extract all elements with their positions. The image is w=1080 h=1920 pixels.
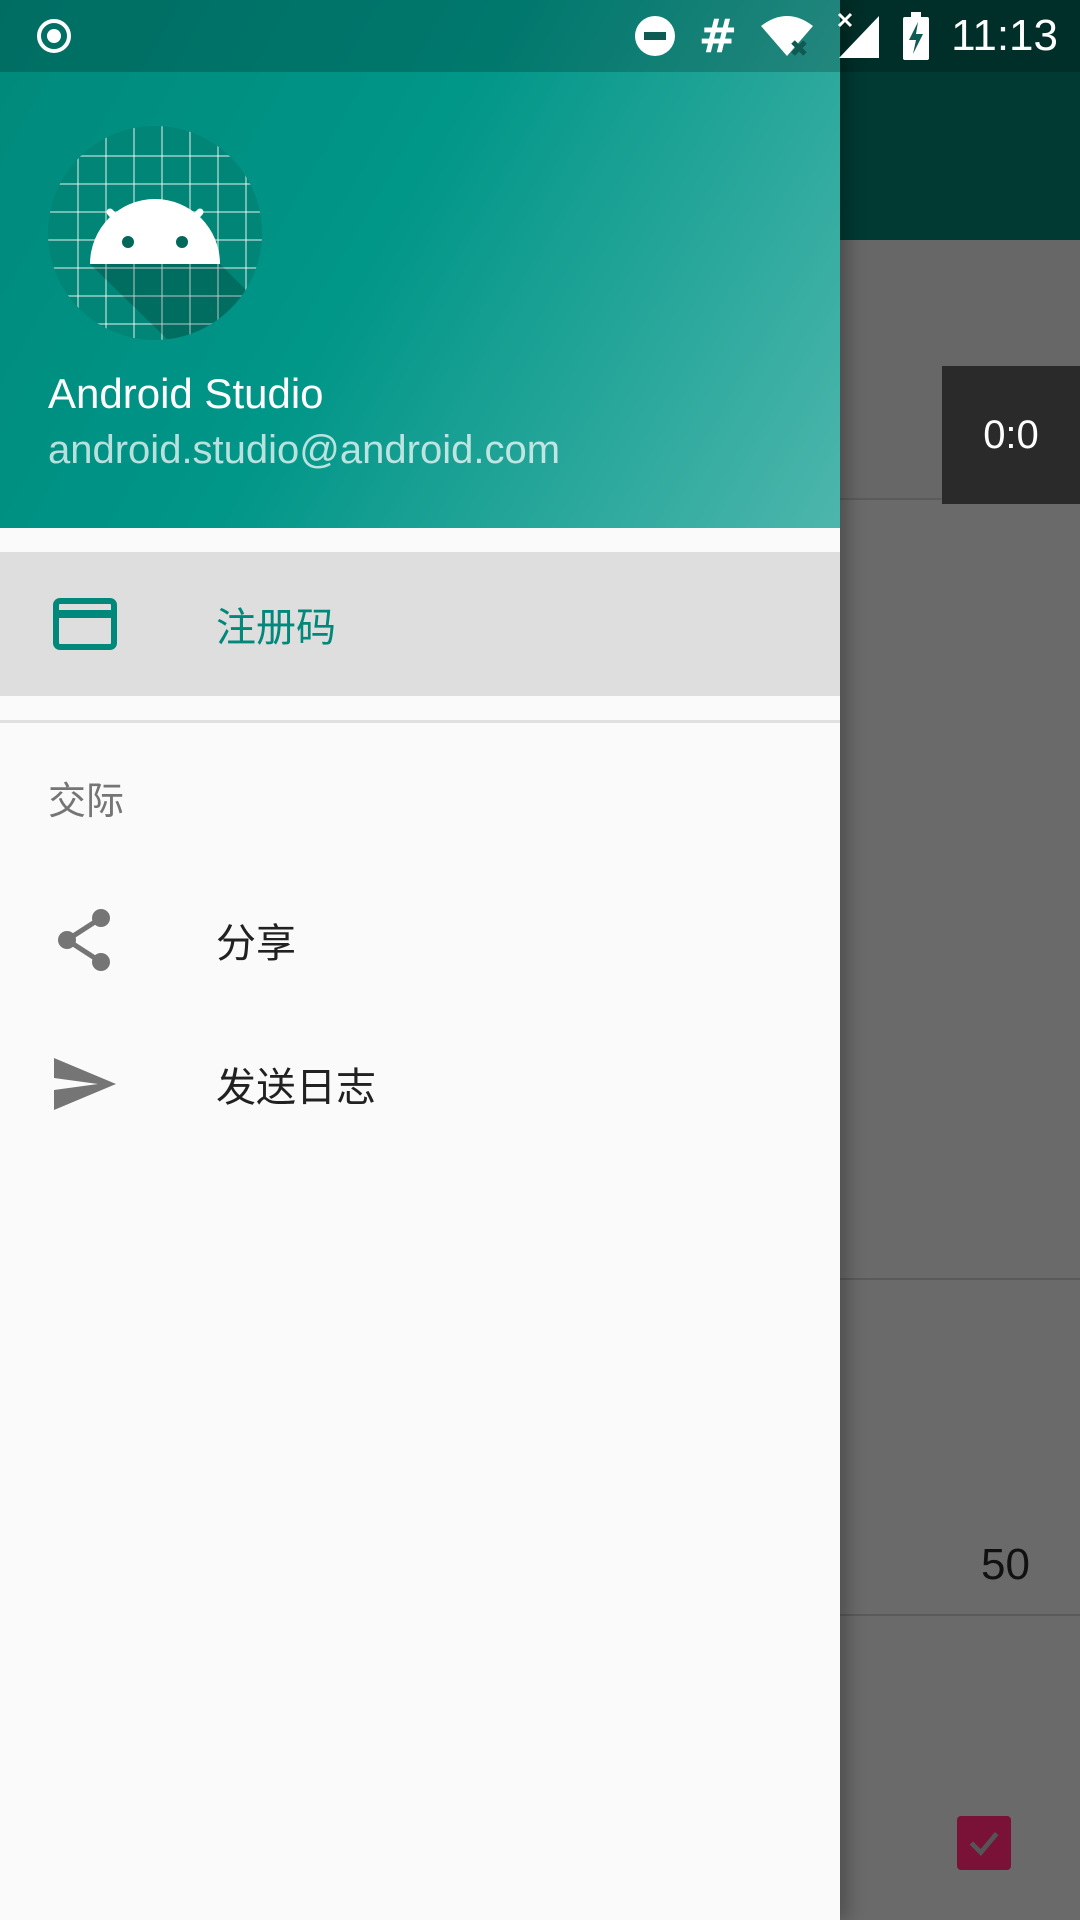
navigation-drawer: Android Studio android.studio@android.co… [0, 0, 840, 1920]
send-icon [50, 1049, 120, 1119]
record-icon [37, 19, 71, 53]
drawer-item-label: 发送日志 [216, 1065, 376, 1111]
battery-charging-icon [903, 12, 930, 60]
wifi-off-icon [761, 16, 814, 56]
signal-icon [838, 12, 880, 58]
share-icon [50, 905, 120, 975]
user-email: android.studio@android.com [48, 428, 561, 472]
drawer-item-send-log[interactable]: 发送日志 [0, 1012, 840, 1156]
do-not-disturb-icon [634, 16, 675, 56]
credit-card-icon [50, 589, 120, 659]
value-label: 50 [981, 1540, 1030, 1589]
drawer-item-label: 分享 [216, 921, 296, 967]
drawer-header: Android Studio android.studio@android.co… [0, 0, 840, 528]
status-time: 11:13 [951, 11, 1058, 60]
user-name: Android Studio [48, 370, 324, 417]
timer-display: 0:0 [942, 366, 1080, 504]
status-bar: # 11:13 [0, 0, 1080, 72]
android-avatar-icon[interactable] [48, 126, 262, 340]
hash-icon: # [698, 9, 738, 63]
divider [0, 720, 840, 723]
drawer-item-label: 注册码 [216, 605, 336, 651]
drawer-item-share[interactable]: 分享 [0, 868, 840, 1012]
drawer-item-registration-code[interactable]: 注册码 [0, 552, 840, 696]
section-title: 交际 [48, 779, 125, 823]
checkbox[interactable] [957, 1816, 1011, 1870]
check-icon [969, 1831, 999, 1857]
